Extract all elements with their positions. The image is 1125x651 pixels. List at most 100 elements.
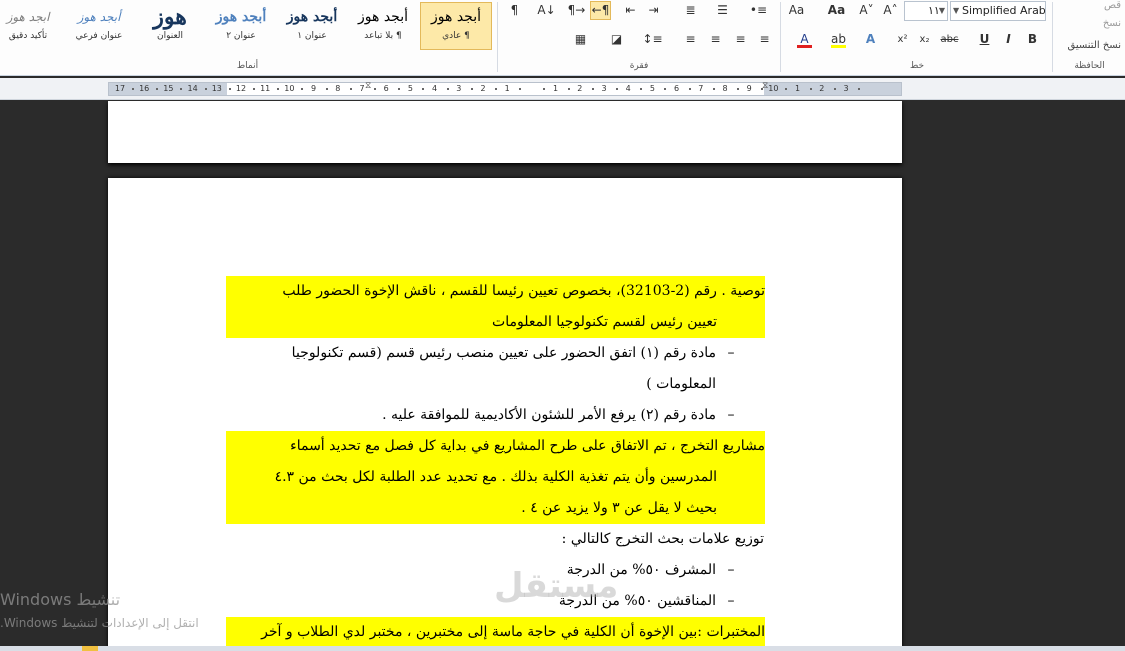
- text-line: بحيث لا يقل عن ٣ ولا يزيد عن ٤ .: [226, 493, 765, 524]
- text-effects-icon[interactable]: A: [860, 30, 881, 49]
- align-left-icon[interactable]: ≡: [705, 30, 726, 49]
- justify-icon[interactable]: ≡: [680, 30, 701, 49]
- clipboard-group-label: الحافظة: [1074, 61, 1105, 71]
- clear-format-icon[interactable]: Aa: [826, 1, 847, 20]
- style-name: عنوان فرعي: [75, 31, 123, 41]
- cut-button[interactable]: قص: [1104, 0, 1121, 11]
- strikethrough-icon[interactable]: abc: [939, 30, 960, 49]
- increase-indent-icon[interactable]: ⇥: [643, 1, 664, 20]
- ruler-tick: [301, 88, 304, 90]
- bullet-item[interactable]: –مادة رقم (٢) يرفع الأمر للشئون الأكاديم…: [226, 400, 764, 431]
- ruler-tick: [374, 88, 376, 90]
- ruler-number: 15: [163, 84, 174, 93]
- change-case-icon[interactable]: Aa: [786, 1, 807, 20]
- paragraph[interactable]: توزيع علامات بحث التخرج كالتالي :: [226, 524, 764, 555]
- style-tile[interactable]: أبجد هوز ¶ عادي: [420, 2, 492, 50]
- align-right-icon[interactable]: ≡: [754, 30, 775, 49]
- style-name: عنوان ٢: [226, 31, 256, 41]
- ruler-number: 17: [114, 84, 126, 93]
- text-run: المدرسين وأن يتم تغذية الكلية بذلك . مع …: [274, 469, 717, 485]
- ruler-tick: [785, 88, 788, 90]
- shading-icon[interactable]: ◪: [606, 30, 627, 49]
- ruler-number: 2: [577, 84, 583, 93]
- ruler-tick: [132, 88, 134, 90]
- multilevel-list-icon[interactable]: ≣: [680, 1, 701, 20]
- font-size-combo[interactable]: ١١ ▼: [904, 1, 948, 21]
- text-run: توصية . رقم (2-32103)، بخصوص تعيين رئيسا…: [282, 283, 765, 299]
- ruler-number: 7: [359, 84, 365, 93]
- previous-page: [108, 101, 902, 163]
- windows-activation-subtitle: انتقل إلى الإعدادات لتنشيط Windows.: [0, 616, 199, 630]
- text-line: –مادة رقم (١) اتفق الحضور على تعيين منصب…: [226, 338, 764, 369]
- windows-activation-title: تنشيط Windows: [0, 590, 121, 609]
- show-marks-button[interactable]: ¶: [504, 1, 525, 20]
- sort-button[interactable]: A↓: [536, 1, 557, 20]
- line-spacing-icon[interactable]: ↕≡: [642, 30, 663, 49]
- style-name: العنوان: [156, 31, 184, 41]
- ruler-tick: [858, 88, 860, 90]
- grow-font-icon[interactable]: A˄: [880, 1, 901, 20]
- ruler-number: 16: [139, 84, 150, 93]
- ruler-number: 10: [768, 84, 779, 93]
- text-line: توصية . رقم (2-32103)، بخصوص تعيين رئيسا…: [226, 276, 765, 307]
- paragraph[interactable]: توصية . رقم (2-32103)، بخصوص تعيين رئيسا…: [226, 276, 765, 338]
- ruler-tick: [567, 88, 570, 90]
- ruler-number: 7: [698, 84, 704, 93]
- style-sample: ابجد هوز: [6, 10, 50, 24]
- ruler-number: 2: [480, 84, 486, 93]
- separator: [1052, 2, 1053, 72]
- ruler-number: 1: [504, 84, 510, 93]
- highlight-color-icon[interactable]: ab: [828, 30, 849, 49]
- paragraph[interactable]: مشاريع التخرج ، تم الاتفاق على طرح المشا…: [226, 431, 765, 524]
- italic-icon[interactable]: I: [998, 30, 1019, 49]
- numbered-list-icon[interactable]: ☰: [712, 1, 733, 20]
- ruler-tick: [664, 88, 667, 90]
- horizontal-ruler[interactable]: ⧖ ⧖ 17 16 15 14 13 12 11 10 9 8 7 6 5 4 3 2 1 1234567891…: [108, 81, 902, 96]
- ruler-number: 9: [311, 84, 317, 93]
- superscript-icon[interactable]: x²: [892, 30, 913, 49]
- bullet-dash-icon: –: [727, 562, 735, 578]
- format-painter-button[interactable]: نسخ التنسيق: [1068, 40, 1121, 51]
- style-tile[interactable]: أبجد هوز عنوان ١: [278, 2, 346, 50]
- copy-button[interactable]: نسخ: [1103, 18, 1121, 29]
- align-center-icon[interactable]: ≡: [730, 30, 751, 49]
- ruler-number: 3: [601, 84, 607, 93]
- style-sample: أبجد هوز: [77, 10, 121, 24]
- style-tile[interactable]: أبجد هوز عنوان فرعي: [65, 2, 133, 50]
- ruler-tick: [277, 88, 280, 90]
- ruler-number: 9: [746, 84, 752, 93]
- style-sample: هوز: [153, 4, 187, 30]
- separator: [780, 2, 781, 72]
- subscript-icon[interactable]: x₂: [914, 30, 935, 49]
- style-tile[interactable]: ابجد هوز تأكيد دقيق: [0, 2, 62, 50]
- ruler-number: 1: [553, 84, 559, 93]
- font-color-icon[interactable]: A: [794, 30, 815, 49]
- style-name: عنوان ١: [297, 31, 327, 41]
- rtl-direction-button[interactable]: ←¶: [590, 1, 611, 20]
- style-tile[interactable]: أبجد هوز عنوان ٢: [207, 2, 275, 50]
- paragraph[interactable]: المختبرات :بين الإخوة أن الكلية في حاجة …: [226, 617, 765, 648]
- style-tile[interactable]: أبجد هوز ¶ بلا تباعد: [349, 2, 417, 50]
- ruler-tick: [253, 88, 255, 90]
- style-sample: أبجد هوز: [431, 9, 481, 25]
- ruler-number: 6: [383, 84, 389, 93]
- text-line: مشاريع التخرج ، تم الاتفاق على طرح المشا…: [226, 431, 765, 462]
- style-name: ¶ عادي: [442, 31, 470, 41]
- bullet-item[interactable]: –مادة رقم (١) اتفق الحضور على تعيين منصب…: [226, 338, 764, 400]
- borders-icon[interactable]: ▦: [570, 30, 591, 49]
- ruler-tick: [446, 88, 449, 90]
- ruler-tick: [422, 88, 425, 90]
- decrease-indent-icon[interactable]: ⇤: [620, 1, 641, 20]
- bullet-list-icon[interactable]: •≡: [748, 1, 769, 20]
- font-name-combo[interactable]: ▼ Simplified Arabic: [950, 1, 1046, 21]
- shrink-font-icon[interactable]: A˅: [856, 1, 877, 20]
- ltr-direction-button[interactable]: ¶→: [566, 1, 587, 20]
- ruler-tick: [228, 88, 231, 90]
- style-sample: أبجد هوز: [358, 9, 408, 25]
- style-sample: أبجد هوز: [215, 9, 267, 25]
- bold-icon[interactable]: B: [1022, 30, 1043, 49]
- text-run: تعيين رئيس لقسم تكنولوجيا المعلومات: [492, 314, 717, 330]
- style-tile[interactable]: هوز العنوان: [136, 2, 204, 50]
- underline-icon[interactable]: U: [974, 30, 995, 49]
- ruler-number: 4: [625, 84, 631, 93]
